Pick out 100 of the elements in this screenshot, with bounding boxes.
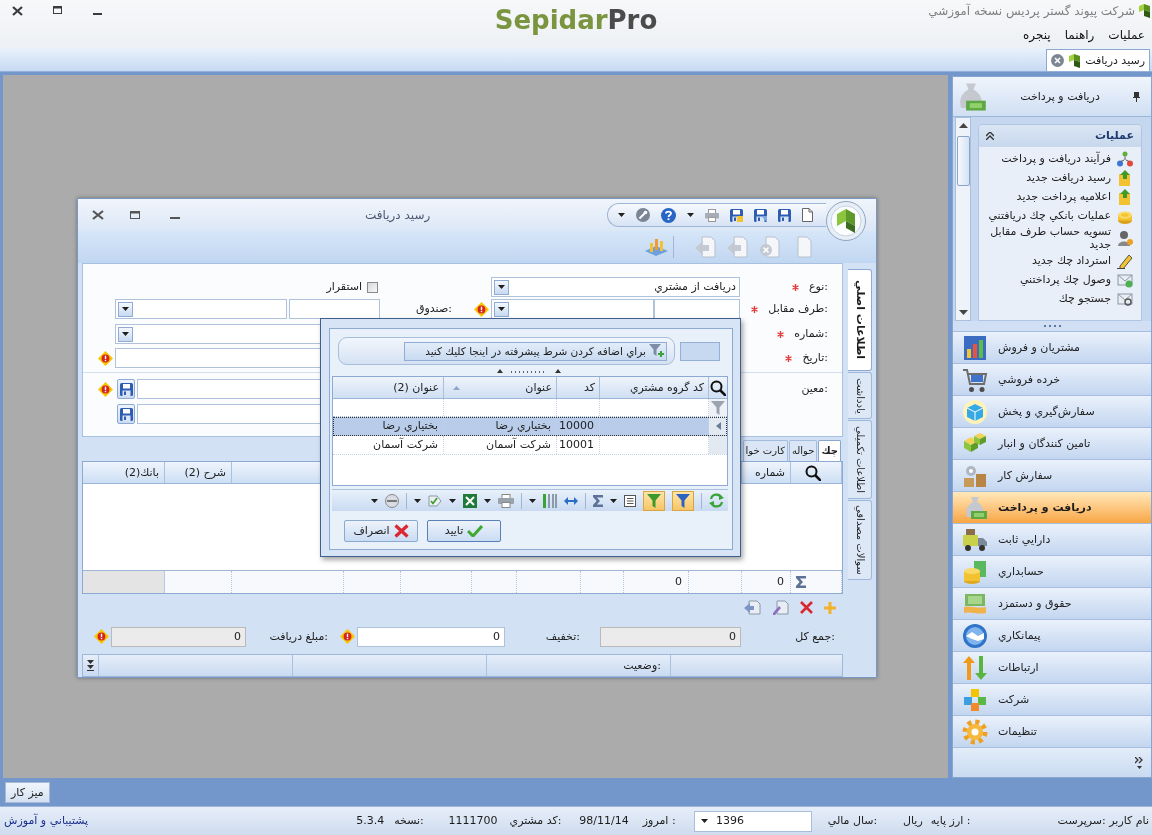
filter-prompt-button[interactable]: براي اضافه كردن شرط پيشرفته در اينجا كليك كنيد bbox=[404, 341, 667, 361]
save-icon[interactable] bbox=[754, 208, 767, 222]
cancel-button[interactable]: انصراف bbox=[344, 520, 418, 542]
list-icon[interactable] bbox=[624, 494, 636, 507]
module-button[interactable]: شركت bbox=[953, 683, 1151, 715]
task-link[interactable]: رسيد دريافت جديد bbox=[1026, 168, 1133, 187]
dropdown-button[interactable] bbox=[118, 301, 133, 317]
year-combo[interactable]: 1396 bbox=[694, 810, 812, 832]
menu-item[interactable]: راهنما bbox=[1064, 28, 1095, 42]
dropdown-button[interactable] bbox=[118, 326, 133, 342]
search-icon[interactable] bbox=[710, 379, 726, 396]
module-button[interactable]: دارايي ثابت bbox=[953, 523, 1151, 555]
column-header[interactable]: كد گروه مشتري bbox=[629, 380, 704, 395]
dropdown-button[interactable] bbox=[494, 279, 509, 295]
tab[interactable]: حواله bbox=[788, 440, 818, 461]
module-button[interactable]: دريافت و پرداخت bbox=[953, 491, 1151, 523]
column-header[interactable]: كد bbox=[584, 380, 595, 395]
splitter-grip[interactable] bbox=[497, 368, 561, 373]
scroll-thumb[interactable] bbox=[956, 136, 970, 186]
column-header[interactable]: بانك(2) bbox=[124, 465, 159, 480]
task-link[interactable]: عمليات بانكي چك دريافتني bbox=[988, 206, 1133, 225]
close-icon[interactable] bbox=[92, 210, 104, 220]
bars-icon[interactable] bbox=[543, 493, 557, 508]
help-icon[interactable] bbox=[661, 207, 676, 223]
caret-icon[interactable] bbox=[414, 498, 421, 503]
save-button[interactable] bbox=[117, 379, 135, 399]
task-link[interactable]: اعلاميه پرداخت جديد bbox=[1016, 187, 1133, 206]
text-field[interactable] bbox=[137, 404, 321, 424]
tab[interactable]: كارت خوا bbox=[742, 440, 788, 461]
filter-button[interactable] bbox=[643, 490, 665, 511]
module-button[interactable]: سفارش‌گيري و پخش bbox=[953, 395, 1151, 427]
scroll-down-icon[interactable] bbox=[958, 310, 968, 315]
text-field[interactable] bbox=[115, 348, 321, 368]
scroll-up-icon[interactable] bbox=[958, 123, 968, 128]
text-field[interactable]: 0 bbox=[600, 626, 741, 647]
side-tab[interactable]: يادداشت bbox=[848, 372, 872, 419]
chevron-icon[interactable] bbox=[1135, 756, 1143, 769]
save-icon[interactable] bbox=[778, 208, 791, 222]
refresh-icon[interactable] bbox=[709, 493, 724, 508]
module-button[interactable]: سفارش كار bbox=[953, 459, 1151, 491]
search-icon[interactable] bbox=[805, 464, 821, 481]
dropdown-button[interactable] bbox=[494, 301, 509, 317]
column-header[interactable]: شماره bbox=[755, 465, 785, 480]
caret-icon[interactable] bbox=[610, 498, 617, 503]
module-button[interactable]: ارتباطات bbox=[953, 651, 1151, 683]
new-document-icon[interactable] bbox=[802, 208, 813, 222]
collapse-icon[interactable] bbox=[986, 132, 994, 140]
caret-icon[interactable] bbox=[618, 213, 625, 217]
caret-icon[interactable] bbox=[484, 498, 491, 503]
text-field[interactable] bbox=[137, 379, 321, 399]
task-link[interactable]: تسويه حساب طرف مقابل جديد bbox=[983, 225, 1133, 251]
printer-icon[interactable] bbox=[498, 493, 514, 508]
module-button[interactable]: تامين كنندگان و انبار bbox=[953, 427, 1151, 459]
circle-icon[interactable] bbox=[385, 493, 399, 508]
sigma-icon[interactable] bbox=[593, 494, 603, 507]
task-link[interactable]: فرآيند دريافت و پرداخت bbox=[1001, 149, 1133, 168]
checkbox[interactable] bbox=[367, 281, 378, 293]
task-link[interactable]: استرداد چك جديد bbox=[1032, 251, 1133, 270]
restore-icon[interactable] bbox=[53, 6, 62, 14]
text-field[interactable] bbox=[654, 299, 740, 319]
group-title[interactable]: عمليات bbox=[1094, 129, 1134, 143]
printer-icon[interactable] bbox=[705, 208, 719, 222]
save-icon[interactable] bbox=[730, 208, 743, 222]
combo-box[interactable] bbox=[491, 299, 654, 319]
module-button[interactable]: مشتريان و فروش bbox=[953, 331, 1151, 363]
caret-icon[interactable] bbox=[371, 498, 378, 503]
filter-button[interactable] bbox=[672, 490, 694, 511]
caret-icon[interactable] bbox=[701, 819, 708, 823]
scrollbar[interactable] bbox=[955, 117, 971, 321]
module-button[interactable]: تنظيمات bbox=[953, 715, 1151, 747]
menu-item[interactable]: عمليات bbox=[1108, 28, 1145, 42]
side-tab[interactable]: اطلاعات اصلي bbox=[848, 269, 872, 371]
module-button[interactable]: خرده فروشي bbox=[953, 363, 1151, 395]
check-tag-icon[interactable] bbox=[428, 494, 442, 507]
text-field[interactable]: 0 bbox=[357, 626, 505, 647]
column-header[interactable]: شرح (2) bbox=[184, 465, 226, 480]
wrench-icon[interactable] bbox=[636, 208, 650, 222]
document-edit-icon[interactable] bbox=[773, 600, 789, 615]
confirm-button[interactable]: تاييد bbox=[427, 520, 501, 542]
combo-box[interactable]: دريافت از مشتري bbox=[491, 277, 740, 297]
caret-icon[interactable] bbox=[449, 498, 456, 503]
side-tab[interactable]: سوالات مصداقي bbox=[848, 500, 872, 580]
delete-icon[interactable] bbox=[800, 601, 813, 614]
module-button[interactable]: پيمانكاري bbox=[953, 619, 1151, 651]
spreadsheet-icon[interactable] bbox=[463, 493, 477, 508]
taskbar-button[interactable]: ميز كار bbox=[5, 782, 50, 803]
text-field[interactable]: 0 bbox=[111, 626, 246, 647]
task-link[interactable]: جستجو چك bbox=[1058, 289, 1133, 308]
text-field[interactable] bbox=[289, 299, 380, 319]
restore-icon[interactable] bbox=[130, 211, 140, 219]
save-button[interactable] bbox=[117, 404, 135, 424]
document-tab[interactable]: رسيد دريافت bbox=[1046, 49, 1150, 71]
column-header[interactable]: عنوان bbox=[525, 380, 552, 395]
module-button[interactable]: حقوق و دستمزد bbox=[953, 587, 1151, 619]
support-link[interactable]: پشتيباني و آموزش bbox=[4, 814, 89, 828]
caret-icon[interactable] bbox=[687, 213, 694, 217]
module-button[interactable]: حسابداري bbox=[953, 555, 1151, 587]
pin-icon[interactable] bbox=[1133, 91, 1140, 102]
menu-item[interactable]: پنجره bbox=[1023, 28, 1051, 42]
caret-icon[interactable] bbox=[529, 498, 536, 503]
